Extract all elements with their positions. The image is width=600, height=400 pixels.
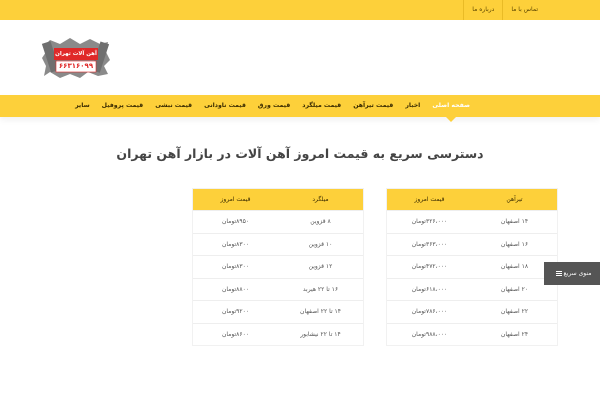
price-cell: ۳۶۳،۰۰۰تومان [411, 240, 448, 248]
site-header: آهن آلات تهران ۶۶۳۱۶۰۹۹ [0, 20, 600, 96]
table-row: ۱۶ اصفهان ۳۶۳،۰۰۰تومان [387, 232, 557, 256]
column-header: تیرآهن [506, 196, 523, 203]
nav-item-beam-price[interactable]: قیمت تیرآهن [347, 95, 399, 117]
about-us-link[interactable]: درباره ما [463, 0, 502, 20]
top-links: تماس با ما درباره ما [463, 0, 546, 20]
logo-phone: ۶۶۳۱۶۰۹۹ [58, 62, 94, 70]
price-cell: ۶۱۸،۰۰۰تومان [411, 285, 448, 293]
price-cell: ۹۲۰۰تومان [221, 308, 250, 315]
product-cell: ۱۴ اصفهان [500, 218, 529, 225]
table-row: ۱۲ قزوین ۸۳۰۰تومان [193, 255, 363, 278]
table-header: میلگرد قیمت امروز [193, 189, 363, 210]
product-cell: ۲۲ اصفهان [500, 308, 529, 315]
site-logo[interactable]: آهن آلات تهران ۶۶۳۱۶۰۹۹ [40, 36, 112, 80]
price-cell: ۸۹۵۰تومان [221, 218, 250, 225]
table-row: ۲۰ اصفهان ۶۱۸،۰۰۰تومان [387, 277, 557, 301]
nav-item-rebar-price[interactable]: قیمت میلگرد [296, 95, 347, 117]
price-cell: ۹۸۸،۰۰۰تومان [411, 330, 448, 338]
nav-item-angle-price[interactable]: قیمت نبشی [149, 95, 198, 117]
page-title: دسترسی سریع به قیمت امروز آهن آلات در با… [116, 146, 484, 161]
price-cell: ۳۲۶،۰۰۰تومان [411, 218, 448, 225]
product-cell: ۱۲ قزوین [308, 263, 333, 270]
top-bar: تماس با ما درباره ما [0, 0, 600, 20]
product-cell: ۱۴ تا ۲۲ نیشابور [300, 330, 341, 338]
price-cell: ۴۷۲،۰۰۰تومان [411, 263, 448, 270]
table-row: ۸ قزوین ۸۹۵۰تومان [193, 210, 363, 233]
nav-item-home[interactable]: صفحه اصلی [426, 95, 476, 122]
main-nav: صفحه اصلی اخبار قیمت تیرآهن قیمت میلگرد … [69, 95, 476, 122]
column-header: قیمت امروز [220, 196, 251, 203]
product-cell: ۱۰ قزوین [308, 240, 333, 248]
product-cell: ۱۶ تا ۲۲ هیربد [302, 285, 339, 293]
contact-us-link[interactable]: تماس با ما [502, 0, 546, 20]
price-cell: ۸۶۰۰تومان [221, 330, 250, 338]
quick-menu-button[interactable]: منوی سریع [544, 262, 600, 285]
table-row: ۲۲ اصفهان ۷۸۶،۰۰۰تومان [387, 300, 557, 323]
beam-price-table: تیرآهن قیمت امروز ۱۴ اصفهان ۳۲۶،۰۰۰تومان… [386, 188, 558, 346]
table-row: ۱۸ اصفهان ۴۷۲،۰۰۰تومان [387, 255, 557, 278]
table-row: ۲۴ اصفهان ۹۸۸،۰۰۰تومان [387, 322, 557, 346]
quick-menu-label: منوی سریع [563, 270, 592, 277]
table-row: ۱۰ قزوین ۸۳۰۰تومان [193, 232, 363, 256]
table-row: ۱۴ تا ۲۲ اصفهان ۹۲۰۰تومان [193, 300, 363, 323]
nav-item-other[interactable]: سایر [69, 95, 96, 117]
product-cell: ۲۴ اصفهان [500, 330, 529, 338]
logo-text: آهن آلات تهران [55, 51, 97, 57]
rebar-price-table: میلگرد قیمت امروز ۸ قزوین ۸۹۵۰تومان ۱۰ ق… [192, 188, 364, 346]
table-row: ۱۴ تا ۲۲ نیشابور ۸۶۰۰تومان [193, 322, 363, 346]
price-cell: ۷۸۶،۰۰۰تومان [411, 308, 448, 315]
price-cell: ۸۳۰۰تومان [221, 240, 250, 248]
main-navbar: صفحه اصلی اخبار قیمت تیرآهن قیمت میلگرد … [0, 95, 600, 122]
product-cell: ۱۶ اصفهان [500, 240, 529, 248]
nav-item-sheet-price[interactable]: قیمت ورق [252, 95, 296, 117]
hamburger-icon [555, 271, 562, 276]
nav-item-channel-price[interactable]: قیمت ناودانی [198, 95, 252, 117]
product-cell: ۸ قزوین [310, 218, 331, 225]
price-cell: ۸۸۰۰تومان [221, 285, 250, 293]
table-row: ۱۶ تا ۲۲ هیربد ۸۸۰۰تومان [193, 277, 363, 301]
nav-item-news[interactable]: اخبار [399, 95, 426, 117]
product-cell: ۱۴ تا ۲۲ اصفهان [300, 308, 341, 315]
table-row: ۱۴ اصفهان ۳۲۶،۰۰۰تومان [387, 210, 557, 233]
column-header: قیمت امروز [414, 196, 445, 203]
table-header: تیرآهن قیمت امروز [387, 189, 557, 210]
nav-item-profile-price[interactable]: قیمت پروفیل [96, 95, 150, 117]
column-header: میلگرد [312, 196, 329, 203]
price-cell: ۸۳۰۰تومان [221, 263, 250, 270]
